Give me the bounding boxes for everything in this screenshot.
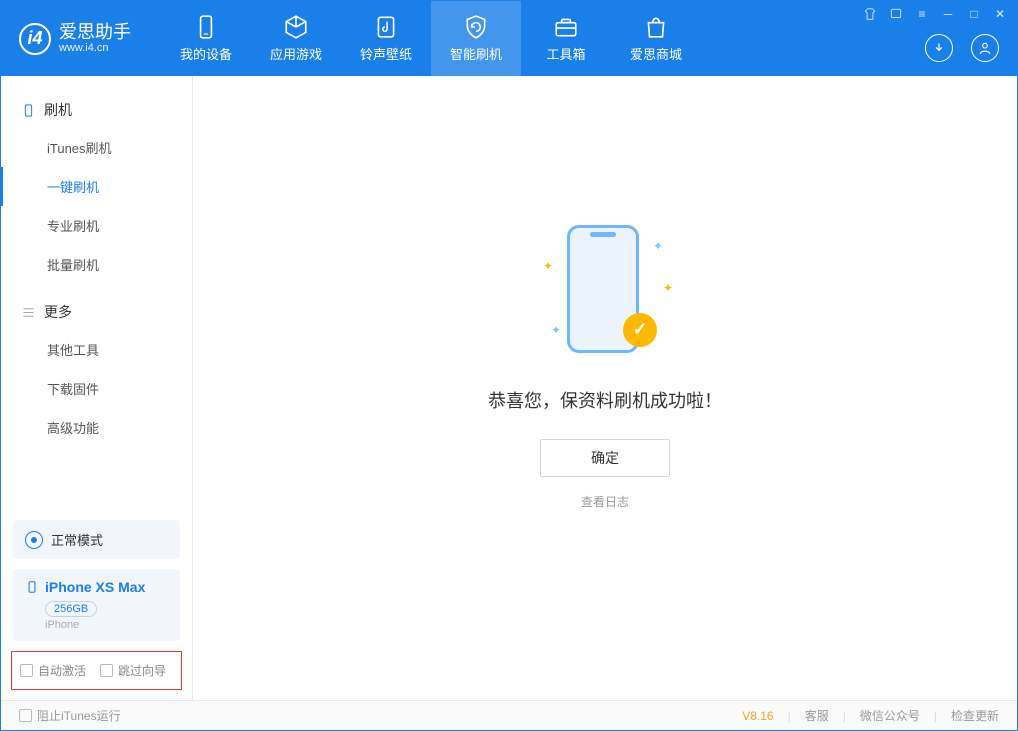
app-name: 爱思助手 [59, 23, 131, 43]
logo[interactable]: i4 爱思助手 www.i4.cn [19, 23, 131, 55]
logo-icon: i4 [19, 23, 51, 55]
checkbox-icon [19, 709, 32, 722]
checkbox-skip-guide[interactable]: 跳过向导 [100, 662, 166, 679]
minimize-button[interactable]: ─ [941, 7, 955, 21]
main-content: ✓ ✦ ✦ ✦ ✦ 恭喜您，保资料刷机成功啦！ 确定 查看日志 [193, 76, 1017, 700]
success-illustration: ✓ ✦ ✦ ✦ ✦ [525, 207, 685, 367]
nav-apps[interactable]: 应用游戏 [251, 1, 341, 76]
nav-tabs: 我的设备 应用游戏 铃声壁纸 智能刷机 工具箱 爱思商城 [161, 1, 701, 76]
version-label: V8.16 [742, 709, 773, 723]
download-icon[interactable] [925, 34, 953, 62]
nav-label: 爱思商城 [630, 44, 682, 63]
nav-label: 我的设备 [180, 44, 232, 63]
app-window: i4 爱思助手 www.i4.cn 我的设备 应用游戏 铃声壁纸 智能刷机 [0, 0, 1018, 731]
header-right-icons [925, 34, 999, 62]
body: 刷机 iTunes刷机 一键刷机 专业刷机 批量刷机 更多 其他工具 下载固件 … [1, 76, 1017, 700]
feedback-icon[interactable] [889, 7, 903, 21]
user-icon[interactable] [971, 34, 999, 62]
list-icon [21, 305, 36, 320]
sidebar-item-other[interactable]: 其他工具 [1, 330, 192, 369]
sidebar-item-firmware[interactable]: 下载固件 [1, 369, 192, 408]
shield-refresh-icon [463, 14, 489, 40]
success-message: 恭喜您，保资料刷机成功啦！ [488, 387, 722, 413]
sidebar-title: 更多 [44, 302, 72, 322]
header: i4 爱思助手 www.i4.cn 我的设备 应用游戏 铃声壁纸 智能刷机 [1, 1, 1017, 76]
checkbox-label: 跳过向导 [118, 662, 166, 679]
checkbox-icon [20, 664, 33, 677]
phone-small-icon [25, 580, 39, 594]
footer: 阻止iTunes运行 V8.16 | 客服 | 微信公众号 | 检查更新 [1, 700, 1017, 730]
close-button[interactable]: ✕ [993, 7, 1007, 21]
checkbox-block-itunes[interactable]: 阻止iTunes运行 [19, 707, 121, 724]
menu-icon[interactable]: ≡ [915, 7, 929, 21]
separator: | [934, 709, 937, 723]
logo-text: 爱思助手 www.i4.cn [59, 23, 131, 55]
spark-icon: ✦ [543, 259, 553, 273]
spark-icon: ✦ [551, 323, 561, 337]
app-url: www.i4.cn [59, 42, 131, 54]
nav-label: 应用游戏 [270, 44, 322, 63]
device-name-row: iPhone XS Max [25, 579, 168, 595]
mode-label: 正常模式 [51, 530, 103, 549]
checkbox-icon [100, 664, 113, 677]
device-type: iPhone [45, 619, 168, 631]
sidebar-bottom: 正常模式 iPhone XS Max 256GB iPhone 自动激活 [1, 520, 192, 700]
checkbox-label: 阻止iTunes运行 [37, 707, 121, 724]
sidebar-item-pro[interactable]: 专业刷机 [1, 206, 192, 245]
footer-link-update[interactable]: 检查更新 [951, 707, 999, 724]
sidebar-section-more: 更多 其他工具 下载固件 高级功能 [1, 294, 192, 457]
sidebar-item-oneclick[interactable]: 一键刷机 [1, 167, 192, 206]
skin-icon[interactable] [863, 7, 877, 21]
sidebar: 刷机 iTunes刷机 一键刷机 专业刷机 批量刷机 更多 其他工具 下载固件 … [1, 76, 193, 700]
sidebar-section-flash: 刷机 iTunes刷机 一键刷机 专业刷机 批量刷机 [1, 92, 192, 294]
highlighted-checkbox-row: 自动激活 跳过向导 [11, 651, 182, 690]
maximize-button[interactable]: □ [967, 7, 981, 21]
nav-ringtone[interactable]: 铃声壁纸 [341, 1, 431, 76]
nav-store[interactable]: 爱思商城 [611, 1, 701, 76]
sidebar-title: 刷机 [44, 100, 72, 120]
separator: | [788, 709, 791, 723]
sidebar-header-flash: 刷机 [1, 92, 192, 128]
device-storage: 256GB [45, 601, 97, 617]
titlebar-controls: ≡ ─ □ ✕ [863, 7, 1007, 21]
check-badge-icon: ✓ [623, 313, 657, 347]
confirm-button[interactable]: 确定 [540, 439, 670, 477]
music-icon [373, 14, 399, 40]
nav-flash[interactable]: 智能刷机 [431, 1, 521, 76]
checkbox-auto-activate[interactable]: 自动激活 [20, 662, 86, 679]
sidebar-item-advanced[interactable]: 高级功能 [1, 408, 192, 447]
nav-label: 工具箱 [546, 44, 585, 63]
nav-label: 铃声壁纸 [360, 44, 412, 63]
device-card[interactable]: iPhone XS Max 256GB iPhone [13, 569, 180, 641]
footer-link-wechat[interactable]: 微信公众号 [860, 707, 920, 724]
spark-icon: ✦ [663, 281, 673, 295]
spark-icon: ✦ [653, 239, 663, 253]
view-log-link[interactable]: 查看日志 [581, 493, 629, 510]
nav-toolbox[interactable]: 工具箱 [521, 1, 611, 76]
checkbox-label: 自动激活 [38, 662, 86, 679]
footer-link-support[interactable]: 客服 [805, 707, 829, 724]
mode-card[interactable]: 正常模式 [13, 520, 180, 559]
sidebar-item-batch[interactable]: 批量刷机 [1, 245, 192, 284]
device-name: iPhone XS Max [45, 579, 145, 595]
nav-device[interactable]: 我的设备 [161, 1, 251, 76]
nav-label: 智能刷机 [450, 44, 502, 63]
bag-icon [643, 14, 669, 40]
cube-icon [283, 14, 309, 40]
sidebar-item-itunes[interactable]: iTunes刷机 [1, 128, 192, 167]
toolbox-icon [553, 14, 579, 40]
sidebar-header-more: 更多 [1, 294, 192, 330]
phone-icon [193, 14, 219, 40]
device-small-icon [21, 103, 36, 118]
mode-icon [25, 531, 43, 549]
footer-right: V8.16 | 客服 | 微信公众号 | 检查更新 [742, 707, 999, 724]
separator: | [843, 709, 846, 723]
